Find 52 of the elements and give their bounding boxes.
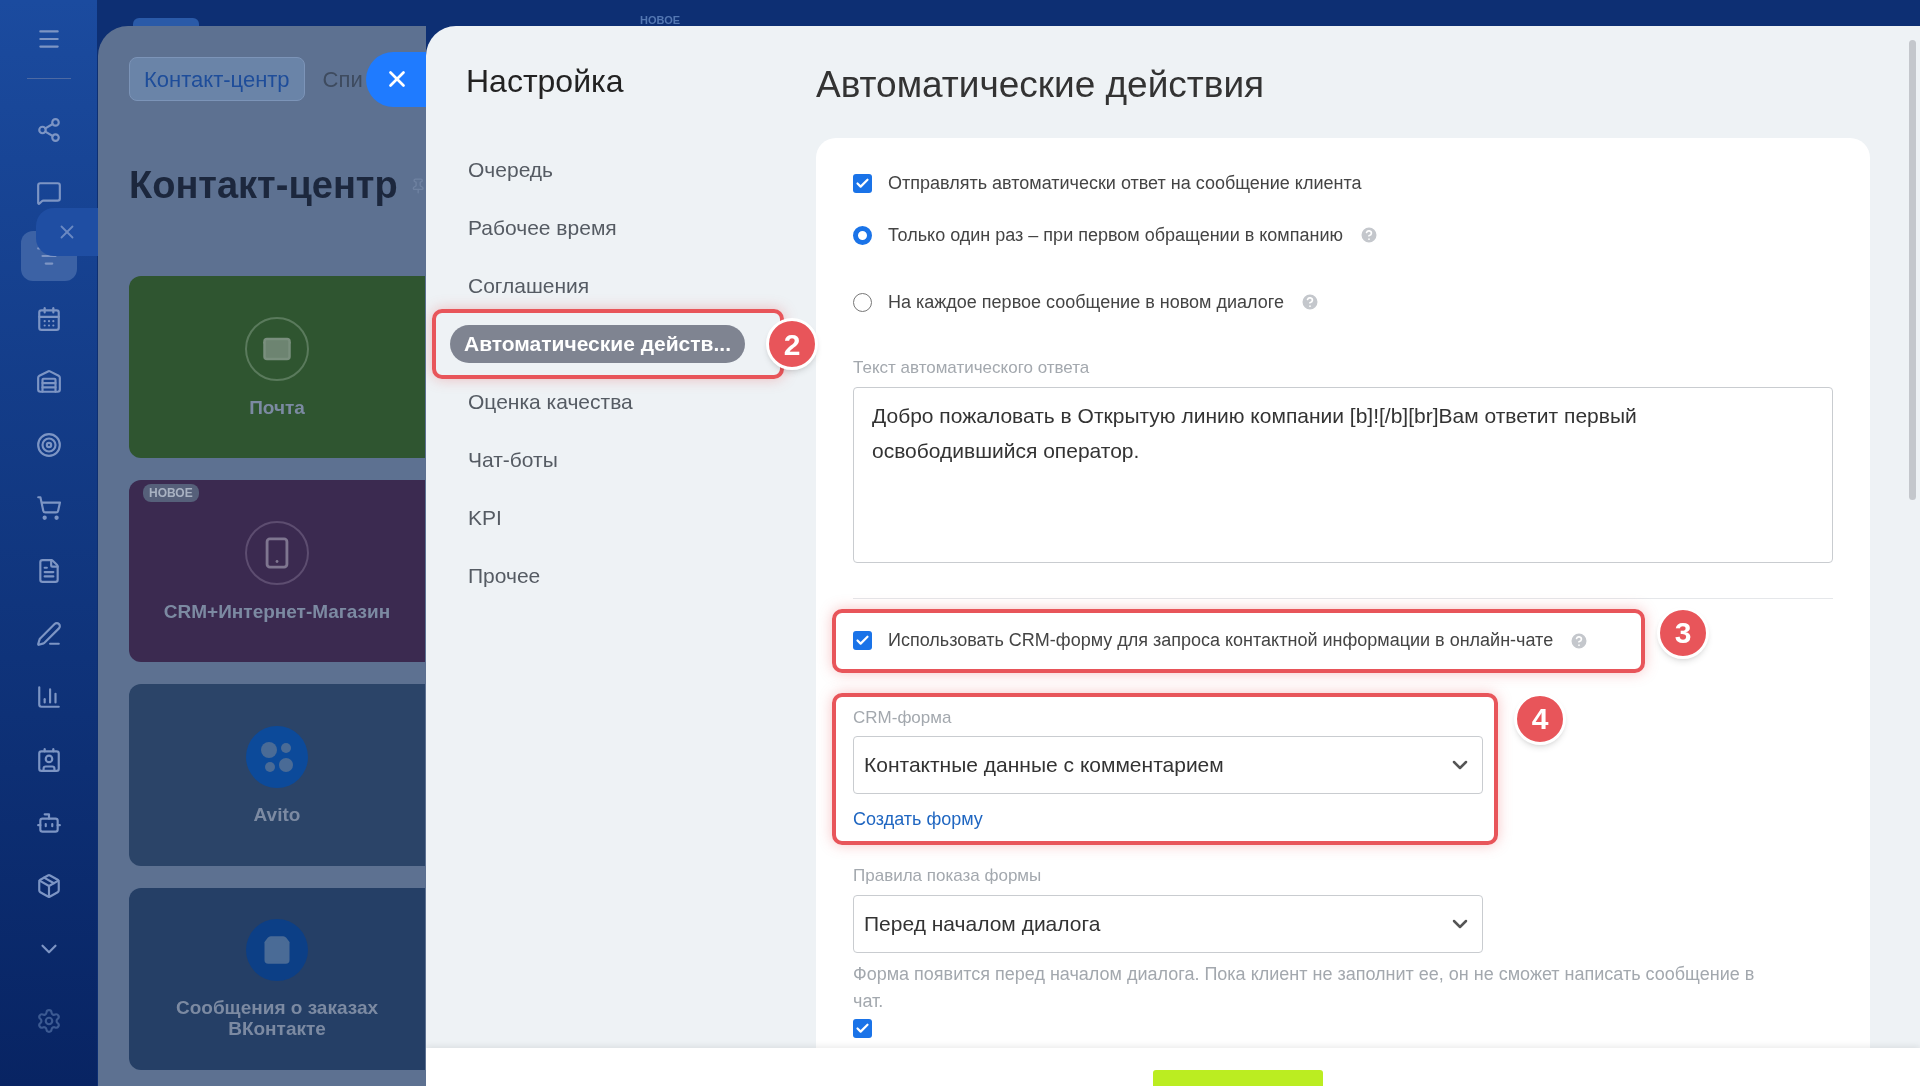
robot-icon [35,810,62,836]
bar-chart-icon [35,684,62,710]
tile-label: Сообщения о заказах ВКонтакте [174,997,380,1039]
settings-nav-item[interactable]: Соглашения [468,270,590,302]
new-badge: НОВОЕ [143,484,199,502]
field-label: Текст автоматического ответа [853,357,1091,379]
radio-label: На каждое первое сообщение в новом диалоге [888,290,1284,314]
close-tooltip[interactable] [36,208,98,256]
field-hint: Форма появится перед началом диалога. Пока клиент не заполнит ее, он не сможет написать сообщение в чат. [853,962,1756,1013]
settings-nav-item[interactable]: Прочее [468,560,541,592]
show-rules-select[interactable]: Перед началом диалога [853,894,1483,953]
new-label: НОВОЕ [640,13,681,28]
settings-nav-item[interactable]: Автоматические действ... [450,325,745,363]
checkbox-label: Отправлять автоматически ответ на сообщение клиента [888,171,1362,195]
create-form-link[interactable]: Создать форму [853,806,983,833]
checkbox[interactable] [853,1018,872,1038]
crm-form-select[interactable]: Контактные данные с комментарием [853,736,1483,794]
checkbox[interactable] [853,173,872,193]
checkbox[interactable] [853,631,872,650]
warehouse-icon [35,369,62,395]
field-label: CRM-форма [853,706,953,729]
reply-text-area[interactable]: Добро пожаловать в Открытую линию компании [b]![/b][br]Вам ответит первый освободившийся оператор. [853,386,1833,563]
share-icon [35,117,62,143]
field-label: Правила показа формы [853,865,1043,887]
close-button[interactable] [366,52,426,107]
settings-title: Настройка [466,62,625,101]
id-card-icon [35,747,62,773]
tab-edge [133,18,199,26]
channel-tile[interactable]: НОВОЕ CRM+Интернет-Магазин [129,480,425,662]
settings-nav-item[interactable]: Рабочее время [468,212,617,244]
checkbox-label: Использовать CRM-форму для запроса контактной информации в онлайн-чате [888,629,1554,652]
target-icon [35,432,62,458]
settings-icon[interactable] [35,1008,62,1034]
callout-number: 2 [766,318,818,370]
tile-label: Avito [252,803,302,825]
radio-button[interactable] [853,225,872,245]
tile-label: CRM+Интернет-Магазин [162,600,392,622]
settings-nav-item[interactable]: KPI [468,502,502,534]
phone-cart-icon [245,520,309,585]
pen-icon [35,621,62,647]
settings-nav-item[interactable]: Очередь [468,154,554,186]
cart-icon [35,495,62,521]
tile-label: Почта [248,396,306,418]
settings-nav-item[interactable]: Оценка качества [468,386,633,418]
page-title: Контакт-центр [129,163,398,208]
chat-icon [35,180,62,206]
package-icon [35,873,62,899]
avito-logo-icon [246,725,308,788]
settings-nav-item[interactable]: Чат-боты [468,444,558,476]
content-title: Автоматические действия [816,63,1266,107]
calendar-icon [35,306,62,332]
radio-label: Только один раз – при первом обращении в компанию [888,223,1343,247]
